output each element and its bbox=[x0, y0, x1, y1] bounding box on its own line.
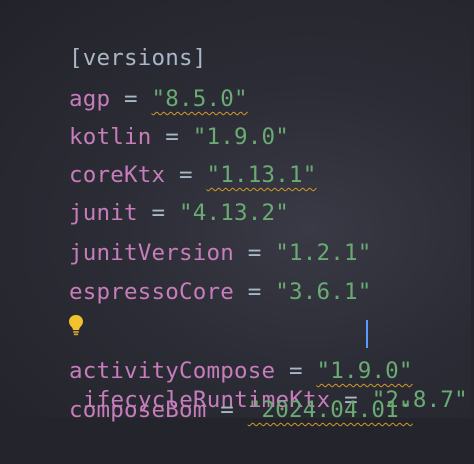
code-line-espressocore[interactable]: espressoCore = "3.6.1" bbox=[14, 238, 371, 305]
text-caret bbox=[366, 320, 368, 348]
code-line-activitycompose[interactable]: activityCompose = "1.9.0" bbox=[14, 317, 413, 384]
entry-value-warning[interactable]: "2024.04.01" bbox=[248, 397, 413, 423]
code-editor[interactable]: [versions] agp = "8.5.0" kotlin = "1.9.0… bbox=[0, 0, 474, 423]
entry-key: composeBom bbox=[69, 397, 207, 423]
code-line-corektx[interactable]: coreKtx = "1.13.1" bbox=[14, 121, 316, 188]
code-line-composebom[interactable]: composeBom = "2024.04.01" bbox=[14, 356, 413, 423]
code-line-agp[interactable]: agp = "8.5.0" bbox=[14, 45, 248, 112]
entry-equals: = bbox=[206, 397, 248, 423]
code-line-junitversion[interactable]: junitVersion = "1.2.1" bbox=[14, 199, 371, 266]
code-line-junit[interactable]: junit = "4.13.2" bbox=[14, 159, 289, 226]
code-line-lifecycleruntimektx[interactable]: ifecycleRuntimeKtx = "2.8.7" bbox=[14, 277, 468, 413]
code-line-kotlin[interactable]: kotlin = "1.9.0" bbox=[14, 83, 289, 150]
code-line-section[interactable]: [versions] bbox=[14, 4, 206, 71]
